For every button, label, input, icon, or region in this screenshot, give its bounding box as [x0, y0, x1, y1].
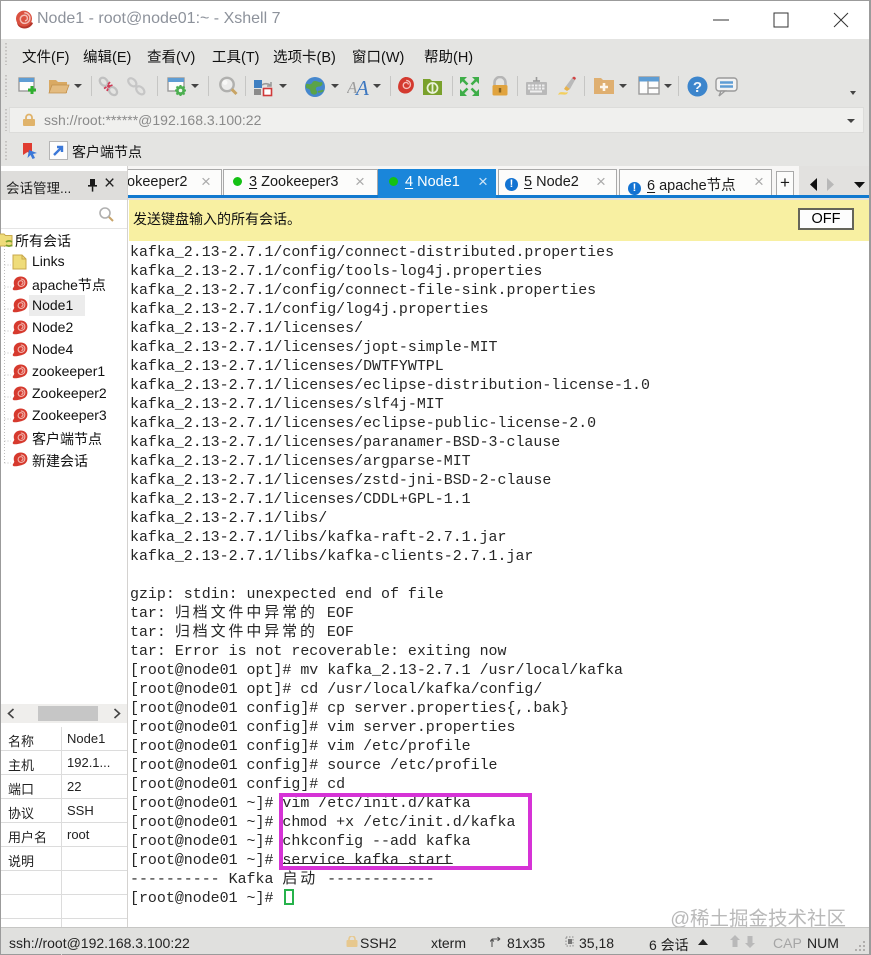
svg-text:A: A: [354, 76, 369, 97]
svg-text:?: ?: [693, 79, 702, 96]
